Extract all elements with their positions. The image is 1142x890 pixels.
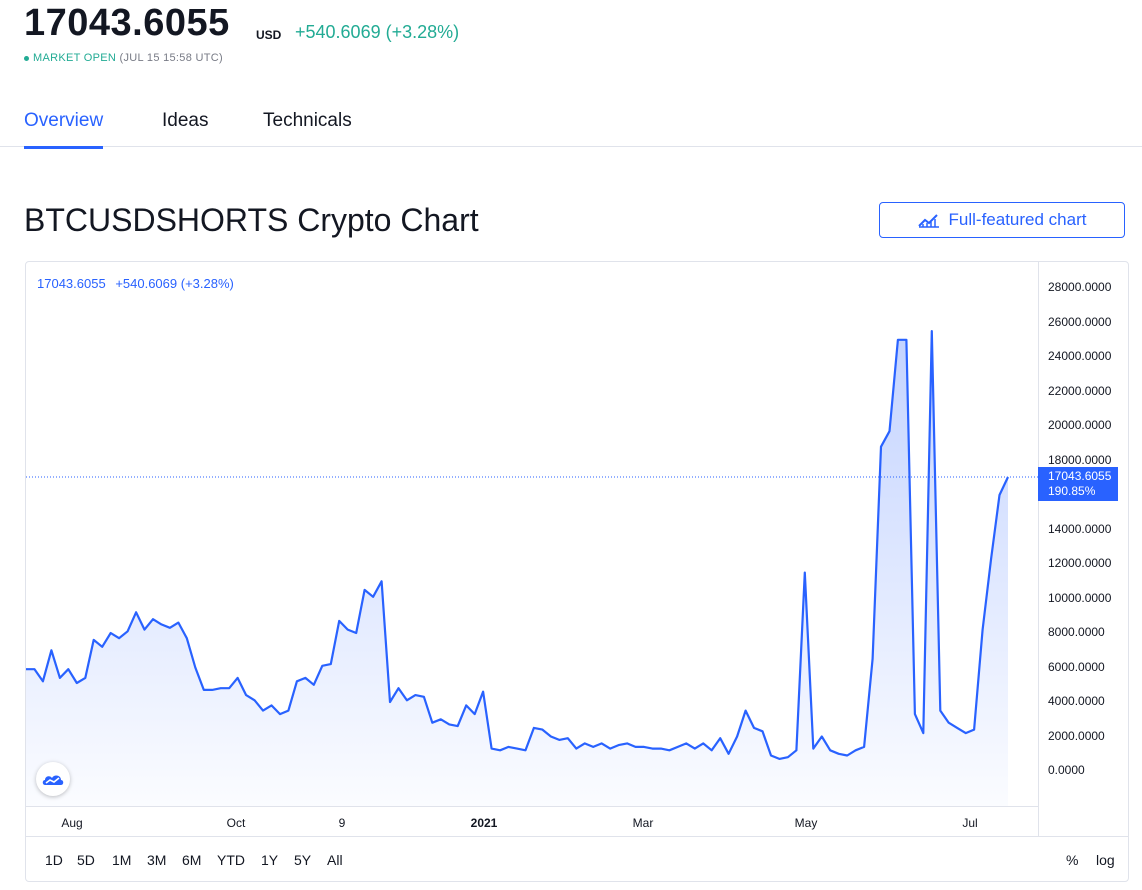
y-tick-label: 2000.0000 — [1048, 728, 1105, 743]
last-price-percent: 190.85% — [1048, 483, 1096, 498]
y-tick-label: 18000.0000 — [1048, 452, 1112, 467]
tab-ideas[interactable]: Ideas — [162, 110, 208, 146]
market-time: (JUL 15 15:58 UTC) — [119, 52, 223, 64]
x-tick-label: Aug — [61, 816, 83, 830]
full-featured-chart-label: Full-featured chart — [948, 210, 1087, 229]
chart-icon — [917, 214, 939, 228]
market-status: MARKET OPEN (JUL 15 15:58 UTC) — [24, 52, 223, 64]
y-tick-label: 6000.0000 — [1048, 659, 1105, 674]
tradingview-logo-icon[interactable] — [36, 762, 70, 796]
tab-bar: Overview Ideas Technicals — [0, 96, 1142, 149]
tab-overview[interactable]: Overview — [24, 110, 104, 149]
y-tick-label: 4000.0000 — [1048, 694, 1105, 708]
status-dot-icon — [24, 55, 29, 61]
y-tick-label: 24000.0000 — [1048, 349, 1112, 363]
chart-container[interactable]: 17043.6055 +540.6069 (+3.28%) 28000.0000… — [25, 261, 1129, 882]
y-tick-label: 26000.0000 — [1048, 314, 1112, 329]
full-featured-chart-button[interactable]: Full-featured chart — [879, 202, 1125, 238]
range-button-ytd[interactable]: YTD — [217, 852, 245, 868]
market-status-label: MARKET OPEN — [33, 52, 117, 64]
tab-technicals[interactable]: Technicals — [263, 110, 352, 146]
range-button-all[interactable]: All — [327, 852, 343, 868]
cloud-logo-icon — [42, 775, 64, 785]
x-axis-border — [26, 806, 1038, 807]
x-tick-label: 9 — [338, 816, 346, 830]
range-bar: 1D 5D 1M 3M 6M YTD 1Y 5Y All % log — [26, 837, 1128, 881]
currency-label: USD — [256, 28, 282, 42]
x-tick-label: May — [794, 816, 818, 830]
range-button-1m[interactable]: 1M — [112, 852, 131, 868]
chart-plot[interactable] — [26, 262, 1038, 806]
y-tick-label: 8000.0000 — [1048, 625, 1105, 639]
y-axis-border — [1038, 262, 1039, 836]
price-change: +540.6069 (+3.28%) — [295, 22, 460, 42]
range-button-5y[interactable]: 5Y — [294, 852, 311, 868]
y-tick-label: 22000.0000 — [1048, 383, 1112, 398]
y-tick-label: 0.0000 — [1048, 763, 1085, 777]
range-button-1y[interactable]: 1Y — [261, 852, 278, 868]
y-tick-label: 20000.0000 — [1048, 418, 1112, 432]
price-value: 17043.6055 — [24, 2, 230, 44]
legend-value: 17043.6055 — [37, 276, 106, 291]
y-tick-label: 14000.0000 — [1048, 521, 1112, 536]
log-toggle[interactable]: log — [1096, 852, 1115, 868]
y-tick-label: 10000.0000 — [1048, 590, 1112, 605]
percent-toggle[interactable]: % — [1066, 852, 1078, 868]
legend-change: +540.6069 (+3.28%) — [115, 276, 234, 291]
x-tick-label: Jul — [962, 816, 978, 830]
x-tick-label: Mar — [632, 816, 654, 830]
last-price-value: 17043.6055 — [1048, 468, 1112, 483]
range-button-5d[interactable]: 5D — [77, 852, 95, 868]
range-button-6m[interactable]: 6M — [182, 852, 201, 868]
range-button-1d[interactable]: 1D — [45, 852, 63, 868]
series-area-fill — [26, 331, 1008, 806]
y-tick-label: 12000.0000 — [1048, 556, 1112, 570]
range-button-3m[interactable]: 3M — [147, 852, 166, 868]
x-tick-label: 2021 — [470, 816, 498, 830]
chart-legend: 17043.6055 +540.6069 (+3.28%) — [37, 276, 240, 291]
chart-section-title: BTCUSDSHORTS Crypto Chart — [24, 202, 479, 238]
x-tick-label: Oct — [226, 816, 246, 830]
y-tick-label: 28000.0000 — [1048, 280, 1112, 294]
last-price-label: 17043.6055 190.85% — [1038, 466, 1118, 501]
